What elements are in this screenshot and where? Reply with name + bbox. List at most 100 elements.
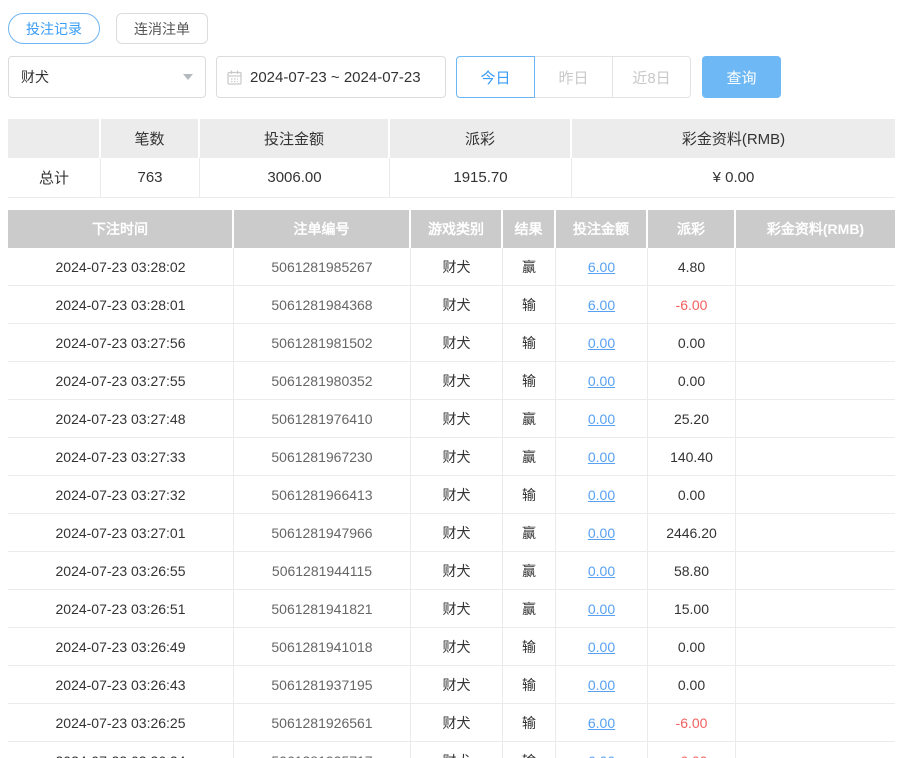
bet-amount-cell: 0.00 [556,324,648,362]
table-row: 2024-07-23 03:26:24 5061281925717 财犬 输 6… [8,742,895,758]
bet-number-cell: 5061281941821 [234,590,411,628]
bonus-cell [736,704,895,742]
result-cell: 输 [503,704,556,742]
bet-number-cell: 5061281967230 [234,438,411,476]
query-button[interactable]: 查询 [702,56,781,98]
bet-time-cell: 2024-07-23 03:26:43 [8,666,234,704]
game-type-cell: 财犬 [411,666,503,704]
bet-number-cell: 5061281985267 [234,248,411,286]
bonus-cell [736,514,895,552]
bonus-cell [736,362,895,400]
table-row: 2024-07-23 03:26:43 5061281937195 财犬 输 0… [8,666,895,704]
bet-time-cell: 2024-07-23 03:27:01 [8,514,234,552]
bet-amount-cell: 6.00 [556,704,648,742]
bet-time-cell: 2024-07-23 03:27:33 [8,438,234,476]
bet-number-cell: 5061281926561 [234,704,411,742]
summary-header-bet-amount: 投注金额 [200,119,390,158]
table-row: 2024-07-23 03:28:02 5061281985267 财犬 赢 6… [8,248,895,286]
game-type-cell: 财犬 [411,324,503,362]
bet-number-cell: 5061281947966 [234,514,411,552]
bet-time-cell: 2024-07-23 03:27:56 [8,324,234,362]
bet-amount-link[interactable]: 0.00 [588,487,615,503]
payout-cell: 0.00 [648,476,736,514]
result-cell: 输 [503,628,556,666]
quick-today-button[interactable]: 今日 [456,56,535,98]
quick-last8days-button[interactable]: 近8日 [612,56,691,98]
game-type-cell: 财犬 [411,476,503,514]
result-cell: 输 [503,666,556,704]
game-select-value: 财犬 [21,69,49,85]
result-cell: 输 [503,362,556,400]
tab-betting-records[interactable]: 投注记录 [8,13,100,44]
summary-total-label: 总计 [8,158,101,198]
bet-time-cell: 2024-07-23 03:28:01 [8,286,234,324]
header-bet-time: 下注时间 [8,210,234,248]
bet-time-cell: 2024-07-23 03:26:51 [8,590,234,628]
bet-amount-link[interactable]: 0.00 [588,373,615,389]
table-row: 2024-07-23 03:27:48 5061281976410 财犬 赢 0… [8,400,895,438]
table-row: 2024-07-23 03:26:51 5061281941821 财犬 赢 0… [8,590,895,628]
betting-records-page: 投注记录 连消注单 财犬 2024-07-23 ~ 2024-07-23 今日 [0,0,903,758]
bet-amount-link[interactable]: 0.00 [588,449,615,465]
bet-number-cell: 5061281976410 [234,400,411,438]
payout-cell: -6.00 [648,286,736,324]
game-type-cell: 财犬 [411,552,503,590]
bet-amount-cell: 6.00 [556,286,648,324]
bet-time-cell: 2024-07-23 03:28:02 [8,248,234,286]
quick-yesterday-button[interactable]: 昨日 [534,56,613,98]
bet-number-cell: 5061281981502 [234,324,411,362]
chevron-down-icon [183,74,193,80]
bet-amount-link[interactable]: 0.00 [588,601,615,617]
bet-number-cell: 5061281941018 [234,628,411,666]
result-cell: 赢 [503,248,556,286]
result-cell: 赢 [503,514,556,552]
bet-time-cell: 2024-07-23 03:27:55 [8,362,234,400]
bet-amount-link[interactable]: 0.00 [588,563,615,579]
bet-time-cell: 2024-07-23 03:26:25 [8,704,234,742]
summary-header-payout: 派彩 [390,119,572,158]
bet-amount-link[interactable]: 6.00 [588,259,615,275]
header-bonus: 彩金资料(RMB) [736,210,895,248]
bet-amount-link[interactable]: 6.00 [588,753,615,758]
bet-table: 下注时间 注单编号 游戏类别 结果 投注金额 派彩 彩金资料(RMB) 2024… [8,210,895,758]
game-select[interactable]: 财犬 [8,56,206,98]
bonus-cell [736,438,895,476]
payout-cell: 58.80 [648,552,736,590]
table-row: 2024-07-23 03:26:55 5061281944115 财犬 赢 0… [8,552,895,590]
table-row: 2024-07-23 03:27:55 5061281980352 财犬 输 0… [8,362,895,400]
bonus-cell [736,552,895,590]
date-range-input[interactable]: 2024-07-23 ~ 2024-07-23 [216,56,446,98]
bet-amount-link[interactable]: 6.00 [588,715,615,731]
payout-cell: -6.00 [648,742,736,758]
result-cell: 输 [503,742,556,758]
bet-amount-link[interactable]: 0.00 [588,639,615,655]
game-type-cell: 财犬 [411,704,503,742]
calendar-icon [227,70,242,85]
filter-toolbar: 财犬 2024-07-23 ~ 2024-07-23 今日 昨日 近8日 查询 [8,56,895,98]
bet-number-cell: 5061281944115 [234,552,411,590]
result-cell: 赢 [503,400,556,438]
table-row: 2024-07-23 03:27:01 5061281947966 财犬 赢 0… [8,514,895,552]
bet-time-cell: 2024-07-23 03:26:55 [8,552,234,590]
bet-time-cell: 2024-07-23 03:26:24 [8,742,234,758]
summary-total-bonus: ¥ 0.00 [572,158,895,198]
summary-header-empty [8,119,101,158]
bet-amount-link[interactable]: 0.00 [588,335,615,351]
game-type-cell: 财犬 [411,286,503,324]
bet-amount-link[interactable]: 0.00 [588,411,615,427]
header-bet-amount: 投注金额 [556,210,648,248]
tab-cancelled-bets[interactable]: 连消注单 [116,13,208,44]
bet-time-cell: 2024-07-23 03:27:32 [8,476,234,514]
bet-amount-link[interactable]: 0.00 [588,677,615,693]
game-type-cell: 财犬 [411,514,503,552]
table-row: 2024-07-23 03:27:56 5061281981502 财犬 输 0… [8,324,895,362]
summary-total-bet-amount: 3006.00 [200,158,390,198]
bet-amount-cell: 6.00 [556,248,648,286]
bonus-cell [736,628,895,666]
bet-amount-link[interactable]: 6.00 [588,297,615,313]
bet-time-cell: 2024-07-23 03:27:48 [8,400,234,438]
table-row: 2024-07-23 03:26:49 5061281941018 财犬 输 0… [8,628,895,666]
bet-number-cell: 5061281925717 [234,742,411,758]
table-row: 2024-07-23 03:28:01 5061281984368 财犬 输 6… [8,286,895,324]
bet-amount-link[interactable]: 0.00 [588,525,615,541]
